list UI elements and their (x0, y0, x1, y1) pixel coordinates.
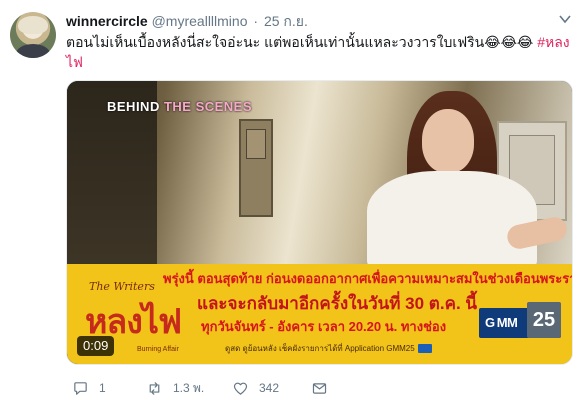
retweet-icon (149, 381, 160, 395)
caret-down-icon[interactable] (559, 14, 571, 24)
tweet-body: ตอนไม่เห็นเบื้องหลังนี่สะใจอ่ะนะ แต่พอเห… (66, 34, 538, 50)
author-name[interactable]: winnercircle (66, 13, 148, 29)
direct-message-button[interactable] (311, 378, 328, 398)
avatar-hair (18, 16, 48, 34)
channel-logo: G MM 25 (479, 302, 561, 338)
video-player[interactable]: BEHIND THE SCENES The Writers หลงไฟ Burn… (66, 80, 573, 365)
channel-number: 25 (527, 302, 561, 338)
reply-icon (74, 381, 87, 395)
tweet-time[interactable]: 25 ก.ย. (264, 13, 308, 29)
video-duration: 0:09 (77, 336, 115, 356)
show-logo-subtitle: Burning Affair (137, 346, 179, 353)
bts-prefix: BEHIND (107, 99, 164, 114)
avatar[interactable] (10, 12, 56, 58)
promo-banner: The Writers หลงไฟ Burning Affair พรุ่งนี… (67, 264, 573, 364)
separator-dot: · (253, 13, 259, 29)
banner-line-2: และจะกลับมาอีกครั้งในวันที่ 30 ต.ค. นี้ (197, 294, 478, 313)
bts-accent: THE SCENES (163, 99, 253, 114)
video-door-left (239, 119, 273, 217)
tweet-actions: 1 1.3 พ. 342 (66, 378, 366, 398)
show-logo-small: The Writers (89, 280, 155, 293)
banner-line-4: ดูสด ดูย้อนหลัง เช็คผังรายการได้ที่ Appl… (225, 342, 432, 355)
retweet-count: 1.3 พ. (173, 381, 205, 395)
reply-button[interactable]: 1 (72, 378, 106, 398)
tweet: winnercircle @myreallllmino · 25 ก.ย. ตอ… (0, 0, 583, 400)
video-person-body (367, 171, 537, 271)
behind-the-scenes-label: BEHIND THE SCENES (107, 99, 252, 114)
channel-name: G MM (485, 315, 518, 330)
video-person-face (422, 109, 474, 173)
banner-line-3: ทุกวันจันทร์ - อังคาร เวลา 20.20 น. ทางช… (201, 319, 447, 334)
like-count: 342 (259, 381, 280, 395)
direct-message-icon (312, 382, 327, 394)
tweet-text: ตอนไม่เห็นเบื้องหลังนี่สะใจอ่ะนะ แต่พอเห… (66, 32, 571, 72)
avatar-shirt (16, 44, 50, 58)
retweet-button[interactable]: 1.3 พ. (146, 378, 204, 398)
tweet-header: winnercircle @myreallllmino · 25 ก.ย. (66, 12, 308, 30)
reply-count: 1 (99, 381, 106, 395)
app-store-badge-icon (417, 344, 432, 354)
banner-line-4-text: ดูสด ดูย้อนหลัง เช็คผังรายการได้ที่ Appl… (225, 344, 415, 353)
author-handle[interactable]: @myreallllmino (152, 13, 248, 29)
heart-icon (233, 382, 248, 395)
like-button[interactable]: 342 (232, 378, 279, 398)
banner-line-1: พรุ่งนี้ ตอนสุดท้าย ก่อนงดออกอากาศเพื่อค… (163, 271, 573, 286)
